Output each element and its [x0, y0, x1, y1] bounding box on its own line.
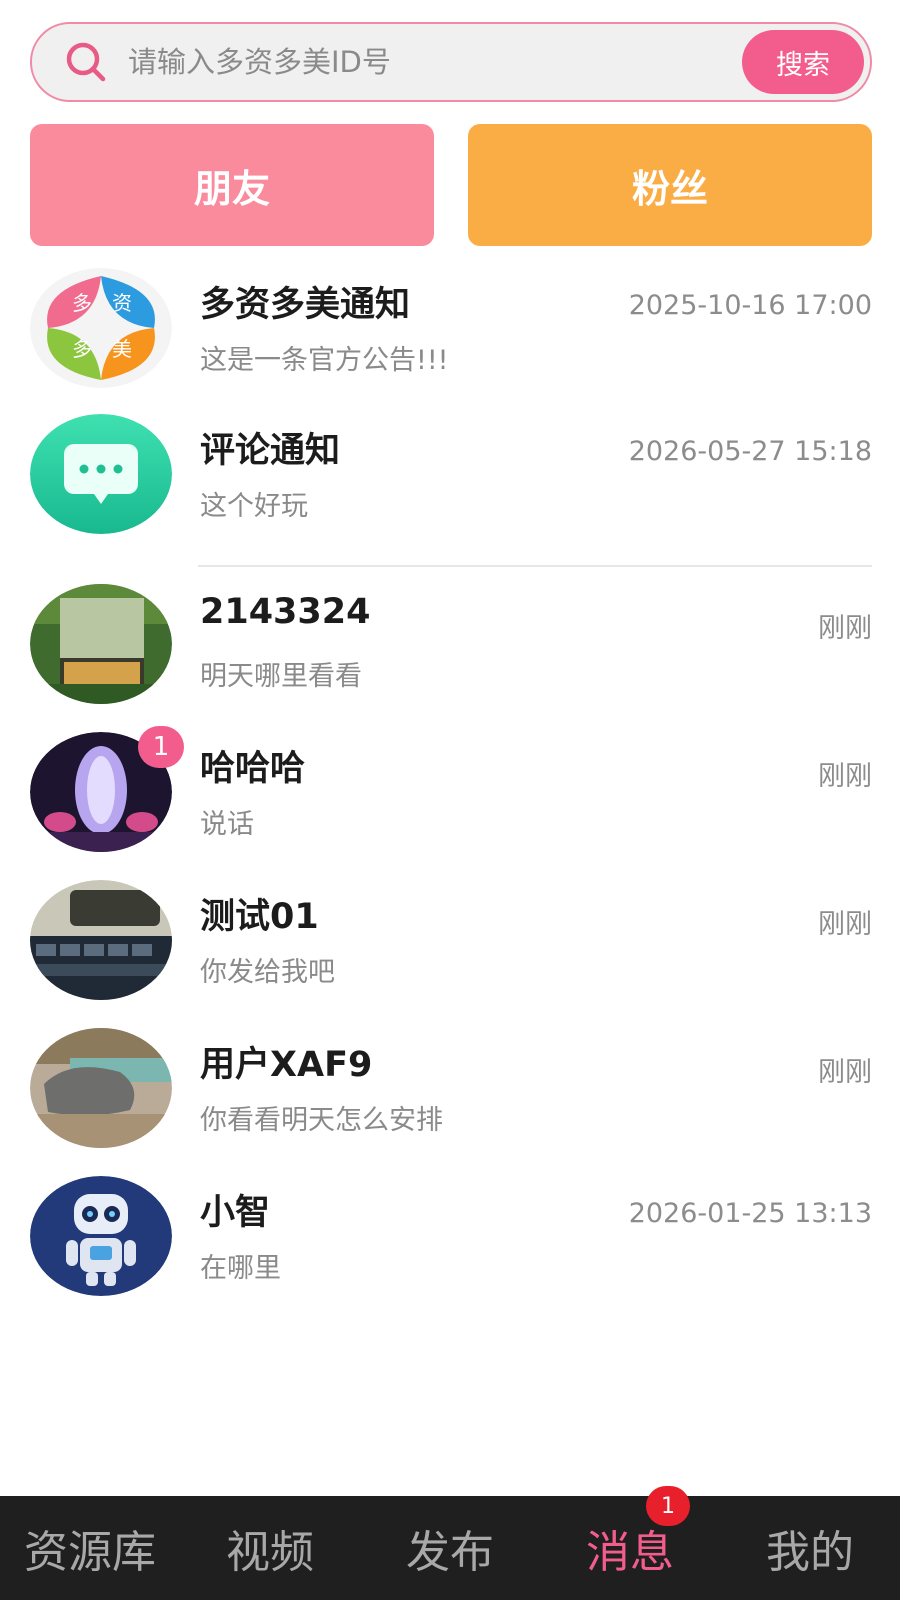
item-preview: 这个好玩 [200, 491, 308, 522]
nav-label: 资源库 [24, 1527, 156, 1578]
bottom-nav: 资源库 视频 发布 消息 1 我的 [0, 1486, 900, 1600]
item-name: 用户XAF9 [200, 1045, 373, 1085]
logo-char-1: 多 [72, 291, 92, 315]
tab-fans-label: 粉丝 [631, 166, 708, 211]
list-item-chat[interactable]: 1 哈哈哈 说话 刚刚 [0, 726, 900, 872]
item-preview: 说话 [200, 809, 254, 840]
logo-char-4: 美 [112, 337, 132, 361]
tab-friends-label: 朋友 [193, 166, 270, 211]
item-time: 刚刚 [818, 909, 872, 940]
item-name: 评论通知 [200, 431, 341, 471]
item-time: 刚刚 [818, 613, 872, 644]
item-name: 2143324 [200, 592, 371, 632]
nav-badge: 1 [646, 1486, 690, 1526]
list-item-chat[interactable]: 用户XAF9 你看看明天怎么安排 刚刚 [0, 1028, 900, 1168]
item-time: 刚刚 [818, 761, 872, 792]
list-item-chat[interactable]: 小智 在哪里 2026-01-25 13:13 [0, 1176, 900, 1316]
item-name: 多资多美通知 [200, 285, 411, 325]
list-item-comment-notice[interactable]: 评论通知 这个好玩 2026-05-27 15:18 [0, 414, 900, 554]
item-time: 2026-05-27 15:18 [628, 436, 872, 467]
divider [198, 565, 872, 567]
item-time: 刚刚 [818, 1057, 872, 1088]
nav-item-profile[interactable]: 我的 [720, 1516, 900, 1580]
search-button[interactable]: 搜索 [742, 30, 864, 94]
user-avatar [30, 1028, 172, 1148]
nav-label: 发布 [406, 1527, 494, 1578]
logo-icon: 多 资 多 美 [30, 268, 172, 388]
item-preview: 这是一条官方公告!!! [200, 345, 449, 376]
item-preview: 你发给我吧 [200, 957, 335, 988]
list-item-official-notice[interactable]: 多 资 多 美 多资多美通知 这是一条官方公告!!! 2025-10-16 17… [0, 268, 900, 408]
item-name: 哈哈哈 [200, 749, 306, 789]
item-preview: 明天哪里看看 [200, 661, 362, 692]
robot-icon [30, 1176, 172, 1296]
list-item-chat[interactable]: 测试01 你发给我吧 刚刚 [0, 880, 900, 1020]
item-time: 2026-01-25 13:13 [628, 1198, 872, 1229]
item-name: 小智 [200, 1193, 271, 1233]
nav-label: 视频 [226, 1527, 314, 1578]
user-avatar [30, 584, 172, 704]
nav-label: 我的 [766, 1527, 854, 1578]
search-input[interactable] [110, 32, 742, 92]
nav-label: 消息 [586, 1527, 674, 1578]
item-preview: 在哪里 [200, 1253, 281, 1284]
unread-badge: 1 [138, 726, 184, 768]
search-icon [62, 38, 110, 86]
logo-char-2: 资 [112, 291, 132, 315]
nav-item-library[interactable]: 资源库 [0, 1516, 180, 1580]
tab-friends[interactable]: 朋友 [30, 124, 434, 246]
user-avatar [30, 880, 172, 1000]
item-name: 测试01 [200, 897, 319, 937]
item-time: 2025-10-16 17:00 [628, 290, 872, 321]
tab-fans[interactable]: 粉丝 [468, 124, 872, 246]
nav-item-video[interactable]: 视频 [180, 1516, 360, 1580]
nav-item-messages[interactable]: 消息 1 [540, 1486, 720, 1580]
search-bar: 搜索 [30, 22, 872, 102]
nav-item-publish[interactable]: 发布 [360, 1516, 540, 1580]
item-preview: 你看看明天怎么安排 [200, 1105, 443, 1136]
comment-bubble-icon [30, 414, 172, 534]
logo-char-3: 多 [72, 337, 92, 361]
list-item-chat[interactable]: 2143324 明天哪里看看 刚刚 [0, 584, 900, 724]
